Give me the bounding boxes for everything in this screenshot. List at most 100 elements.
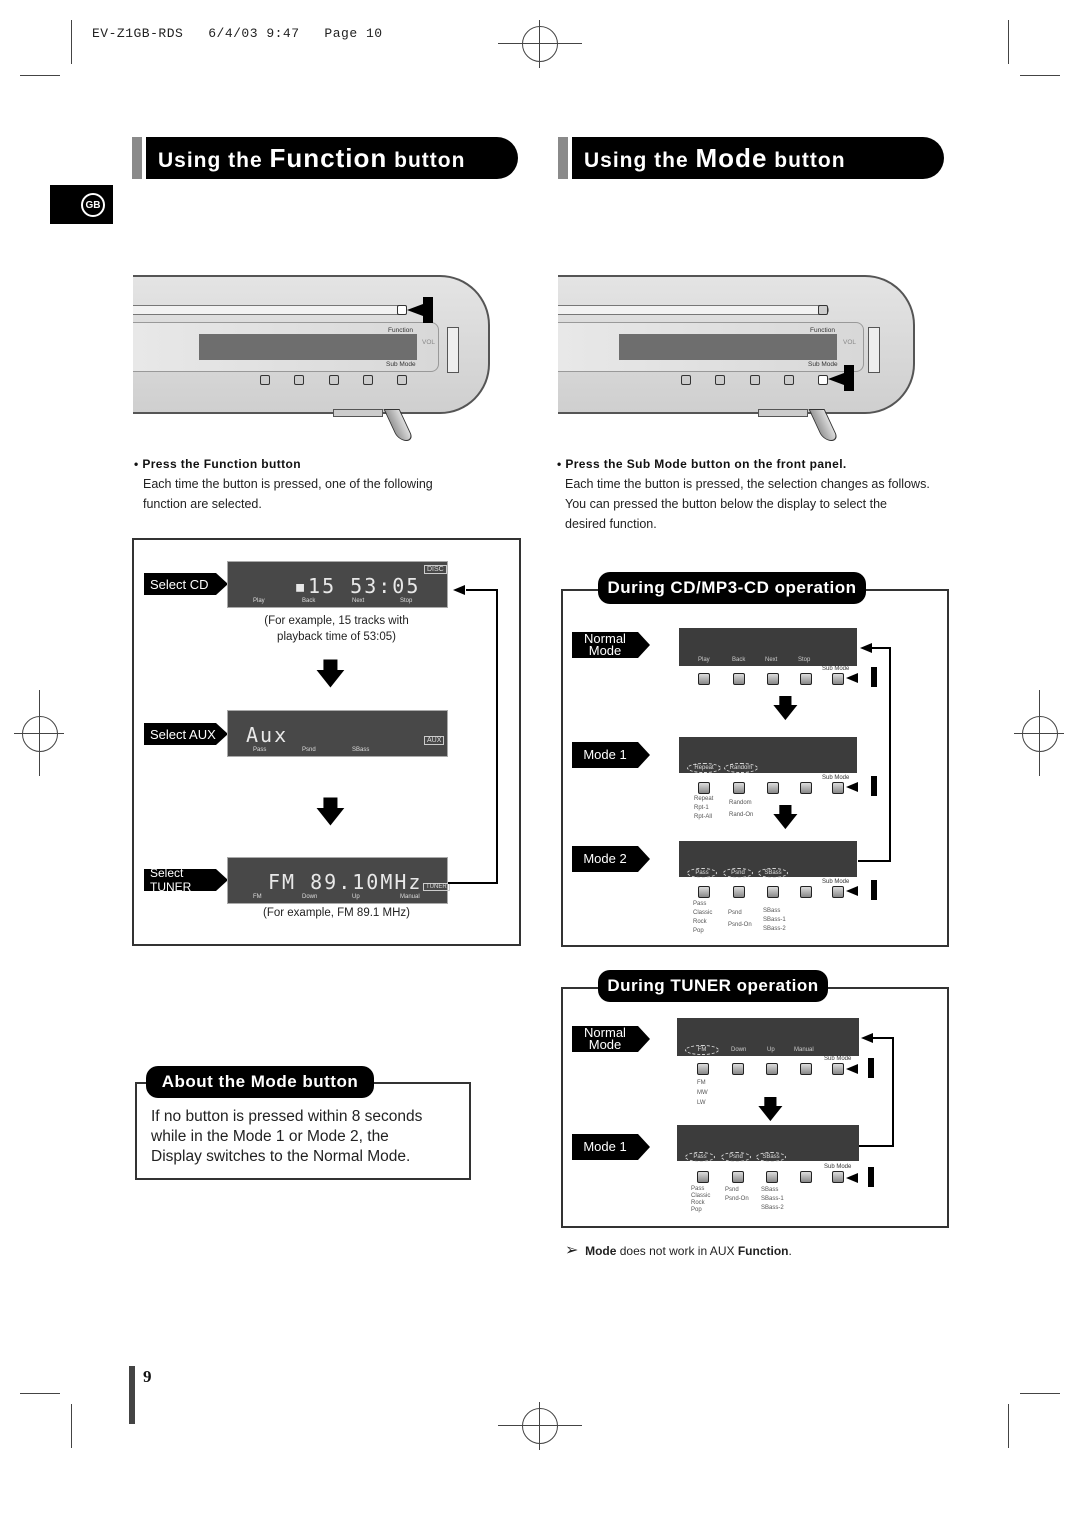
normal-mode-tag: Normal Mode: [572, 632, 650, 658]
display-label: SBass: [352, 747, 370, 753]
panel-button[interactable]: [800, 1171, 812, 1183]
panel-button[interactable]: [784, 375, 794, 385]
psnd-oval: Psnd: [721, 1152, 751, 1162]
loop-line: [858, 860, 891, 862]
function-label: Function: [388, 327, 413, 334]
sbass-options: SBass SBass-1 SBass-2: [763, 908, 786, 932]
normal-mode-tag: Normal Mode: [572, 1026, 650, 1052]
submode-button[interactable]: [832, 782, 844, 794]
aux-badge: AUX: [424, 736, 445, 745]
vol-label: VOL: [422, 339, 436, 346]
registration-mark: [1022, 716, 1058, 752]
pointer-bar: [423, 297, 433, 323]
page-number-bar: [129, 1366, 135, 1424]
panel-button[interactable]: [329, 375, 339, 385]
aux-display-readout: Aux: [246, 723, 289, 747]
loop-line: [872, 1037, 894, 1039]
function-instruction-heading: • Press the Function button: [134, 457, 301, 471]
repeat-oval: Repeat: [687, 763, 721, 773]
psnd-oval: Psnd: [723, 868, 753, 878]
display-label: Up: [767, 1047, 775, 1053]
function-button[interactable]: [818, 305, 828, 315]
down-arrow-icon: 🡇: [315, 658, 346, 691]
loop-line: [892, 1037, 894, 1147]
header-accent: [558, 137, 568, 179]
sbass-button[interactable]: [767, 886, 779, 898]
display-label: Manual: [794, 1047, 814, 1053]
panel-button[interactable]: [733, 673, 745, 685]
normal-mode-display: Play Back Next Stop: [679, 628, 857, 666]
panel-button[interactable]: [363, 375, 373, 385]
aux-display: Aux AUX Pass Psnd SBass: [227, 710, 448, 757]
registration-mark: [522, 26, 558, 62]
random-button[interactable]: [733, 782, 745, 794]
pass-oval: Pass: [687, 868, 717, 878]
panel-button[interactable]: [767, 673, 779, 685]
vol-label: VOL: [843, 339, 857, 346]
random-options: Random Rand-On: [729, 800, 754, 818]
panel-button[interactable]: [800, 673, 812, 685]
about-mode-text: If no button is pressed within 8 seconds…: [151, 1108, 423, 1165]
psnd-button[interactable]: [732, 1171, 744, 1183]
submode-button[interactable]: [832, 1171, 844, 1183]
mode2-display: Pass Psnd SBass: [679, 841, 857, 878]
panel-button[interactable]: [260, 375, 270, 385]
pass-button[interactable]: [698, 886, 710, 898]
tuner-display-readout: FM 89.10MHz: [268, 870, 423, 894]
down-button[interactable]: [732, 1063, 744, 1075]
section-header-function: Using the Function button: [132, 137, 518, 179]
display-label: FM: [253, 894, 262, 900]
sbass-button[interactable]: [766, 1171, 778, 1183]
function-button[interactable]: [397, 305, 407, 315]
pointer-arrow-icon: [846, 1064, 858, 1074]
volume-knob[interactable]: [447, 327, 459, 373]
disc-slot: [133, 305, 404, 315]
display-label: Down: [302, 894, 318, 900]
display-label: Next: [352, 598, 365, 604]
loop-arrowhead-icon: [860, 643, 872, 653]
loop-line: [872, 647, 891, 649]
repeat-button[interactable]: [698, 782, 710, 794]
header-accent: [132, 137, 142, 179]
pointer-bar: [871, 880, 877, 900]
registration-mark: [22, 716, 58, 752]
pass-button[interactable]: [697, 1171, 709, 1183]
pass-oval: Pass: [685, 1152, 715, 1162]
display-label: Manual: [400, 894, 420, 900]
display-label: Play: [253, 598, 265, 604]
crop-mark: [20, 75, 60, 76]
crop-mark: [1008, 1404, 1009, 1448]
volume-knob[interactable]: [868, 327, 880, 373]
panel-button[interactable]: [800, 782, 812, 794]
panel-button[interactable]: [800, 886, 812, 898]
fm-button[interactable]: [697, 1063, 709, 1075]
header-title: Using the Function button: [158, 142, 466, 173]
tuner-caption: (For example, FM 89.1 MHz): [263, 907, 410, 919]
panel-button[interactable]: [294, 375, 304, 385]
display-label: Pass: [253, 747, 267, 753]
panel-button[interactable]: [750, 375, 760, 385]
crop-mark: [539, 20, 540, 68]
psnd-options: Psnd Psnd-On: [725, 1187, 749, 1202]
device-display: [619, 334, 837, 360]
about-mode-title: About the Mode button: [146, 1066, 374, 1098]
pointer-bar: [868, 1058, 874, 1078]
crop-mark: [14, 733, 64, 734]
psnd-button[interactable]: [733, 886, 745, 898]
up-button[interactable]: [766, 1063, 778, 1075]
submode-button[interactable]: [818, 375, 828, 385]
submode-button[interactable]: [832, 673, 844, 685]
submode-button[interactable]: [832, 1063, 844, 1075]
tuner-display: FM 89.10MHz TUNER FM Down Up Manual: [227, 857, 450, 904]
display-label: Down: [731, 1047, 747, 1053]
panel-button[interactable]: [715, 375, 725, 385]
submode-button[interactable]: [832, 886, 844, 898]
fm-oval: FM: [685, 1045, 719, 1055]
loop-arrowhead-icon: [453, 585, 465, 595]
panel-button[interactable]: [767, 782, 779, 794]
panel-button[interactable]: [681, 375, 691, 385]
sbass-oval: SBass: [756, 1152, 786, 1162]
panel-button[interactable]: [397, 375, 407, 385]
panel-button[interactable]: [698, 673, 710, 685]
manual-button[interactable]: [800, 1063, 812, 1075]
